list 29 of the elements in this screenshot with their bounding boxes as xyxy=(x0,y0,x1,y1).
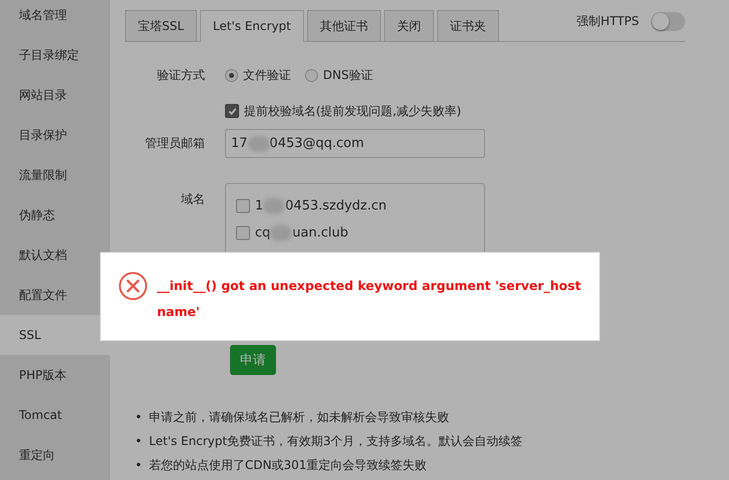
note-item: 若您的站点使用了CDN或301重定向会导致续签失败 xyxy=(149,457,426,473)
tab[interactable]: 关闭 xyxy=(384,10,434,41)
error-icon xyxy=(118,271,148,301)
bullet: • xyxy=(135,409,143,425)
checkbox[interactable] xyxy=(225,104,239,118)
bullet: • xyxy=(135,433,143,449)
tab[interactable]: 其他证书 xyxy=(307,10,381,41)
force-https-toggle[interactable] xyxy=(651,12,685,30)
check-icon xyxy=(228,106,236,116)
checkbox-label: 提前校验域名(提前发现问题,减少失败率) xyxy=(244,102,462,120)
tab[interactable]: 证书夹 xyxy=(437,10,499,41)
domain-name: cq uan.club xyxy=(255,224,348,240)
sidebar-item[interactable]: SSL xyxy=(0,315,110,355)
radio-option[interactable]: DNS验证 xyxy=(305,66,373,84)
email-field[interactable]: 17 0453@qq.com xyxy=(225,129,485,158)
bullet: • xyxy=(135,457,143,473)
error-message: __init__() got an unexpected keyword argument 'server_hostname' xyxy=(157,277,581,321)
checkbox[interactable] xyxy=(236,198,250,212)
note-item: Let's Encrypt免费证书，有效期3个月，支持多域名。默认会自动续签 xyxy=(149,433,523,449)
field-label: 管理员邮箱 xyxy=(144,135,205,152)
tab[interactable]: 宝塔SSL xyxy=(125,10,197,41)
force-https-label: 强制HTTPS xyxy=(576,12,639,30)
checkbox[interactable] xyxy=(236,226,250,240)
note-item: 申请之前，请确保域名已解析，如未解析会导致审核失败 xyxy=(149,409,449,425)
tab[interactable]: Let's Encrypt xyxy=(200,10,304,42)
domain-name: 1 0453.szdydz.cn xyxy=(255,198,387,214)
field-label: 域名 xyxy=(180,191,205,208)
field-label: 验证方式 xyxy=(156,66,205,84)
radio-option[interactable]: 文件验证 xyxy=(225,66,291,84)
